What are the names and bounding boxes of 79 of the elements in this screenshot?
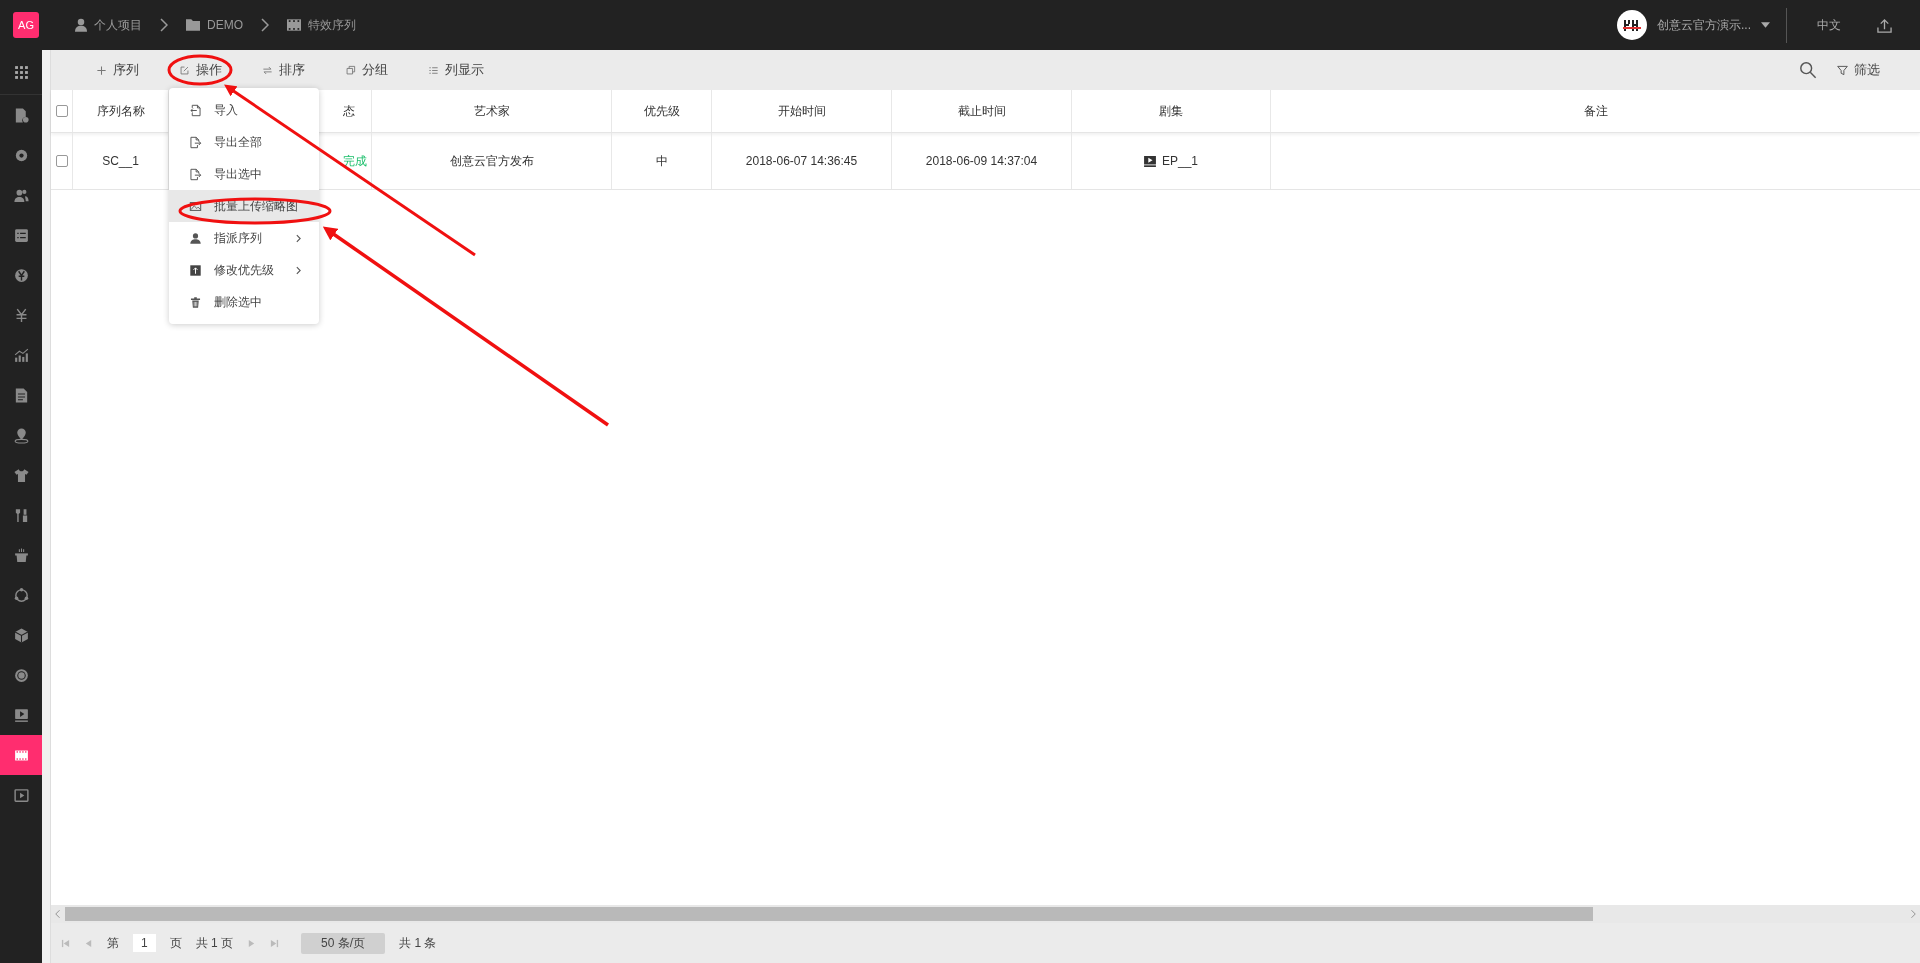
scrollbar-thumb[interactable] — [65, 907, 1593, 921]
highlight-ellipse — [167, 54, 233, 86]
funnel-icon — [1837, 64, 1848, 76]
chart-icon — [12, 346, 30, 364]
search-button[interactable] — [1799, 61, 1817, 79]
column-header: 序列名称 — [96, 102, 145, 120]
sidebar-item[interactable] — [0, 735, 42, 775]
breadcrumb-link[interactable]: 个人项目 — [75, 16, 142, 34]
location-pin-icon — [12, 426, 30, 444]
column-header: 艺术家 — [473, 102, 510, 120]
page-size-select[interactable]: 50 条/页 — [301, 932, 386, 954]
table-cell: 中 — [655, 152, 668, 170]
table-cell: 2018-06-07 14:36:45 — [745, 154, 858, 168]
folder-icon — [186, 19, 200, 31]
list-icon — [428, 64, 439, 76]
export-icon — [189, 167, 202, 181]
column-header: 优先级 — [643, 102, 680, 120]
export-icon — [189, 135, 202, 149]
video-window-icon — [12, 786, 30, 804]
chevron-right-icon — [261, 18, 269, 32]
grid-icon — [12, 63, 30, 81]
yen-coin-icon — [12, 266, 30, 284]
disc-icon — [12, 666, 30, 684]
column-header: 开始时间 — [777, 102, 826, 120]
upload-square-icon — [189, 263, 202, 277]
select-all-checkbox[interactable] — [55, 105, 68, 117]
toolbar-button[interactable]: 分组 — [345, 61, 388, 79]
episode-link[interactable]: EP__1 — [1162, 154, 1198, 168]
toolbar-button[interactable]: 列显示 — [428, 61, 484, 79]
swap-icon — [262, 64, 273, 76]
monitor-play-icon — [12, 706, 30, 724]
trash-icon — [189, 295, 202, 309]
menu-item[interactable]: 指派序列 — [169, 222, 319, 254]
avatar-icon — [1617, 10, 1647, 40]
table-cell: 2018-06-09 14:37:04 — [925, 154, 1038, 168]
menu-item[interactable]: 修改优先级 — [169, 254, 319, 286]
copy-icon — [345, 64, 356, 76]
page-label: 页 — [169, 934, 182, 952]
user-icon — [75, 18, 87, 32]
shirt-icon — [12, 466, 30, 484]
total-count: 共 1 条 — [399, 934, 437, 952]
cycle-icon — [12, 586, 30, 604]
magic-hat-icon — [12, 546, 30, 564]
checklist-icon — [12, 226, 30, 244]
menu-item[interactable]: 导入 — [169, 94, 319, 126]
menu-item[interactable]: 导出选中 — [169, 158, 319, 190]
column-header: 截止时间 — [957, 102, 1006, 120]
plus-icon — [96, 64, 107, 76]
column-header: 态 — [343, 102, 355, 120]
table-cell: SC__1 — [102, 154, 139, 168]
language-button[interactable]: 中文 — [1817, 16, 1841, 34]
film-strip-icon — [287, 19, 301, 31]
page-input[interactable]: 1 — [133, 934, 156, 952]
user-menu[interactable]: 创意云官方演示... — [1617, 10, 1770, 40]
table-cell: 创意云官方发布 — [449, 152, 534, 170]
import-icon — [189, 103, 202, 117]
page-label: 第 — [107, 934, 119, 952]
menu-item[interactable]: 删除选中 — [169, 286, 319, 318]
filter-button[interactable]: 筛选 — [1837, 61, 1880, 79]
user-icon — [189, 231, 202, 245]
column-header: 剧集 — [1159, 102, 1183, 120]
edit-icon — [179, 64, 190, 76]
upload-button[interactable] — [1877, 17, 1892, 33]
total-pages: 共 1 页 — [195, 934, 234, 952]
chevron-right-icon — [160, 18, 168, 32]
toolbar-button[interactable]: 序列 — [96, 61, 139, 79]
cube-icon — [12, 626, 30, 644]
image-icon — [189, 199, 202, 213]
column-header: 备注 — [1583, 102, 1608, 120]
row-checkbox[interactable] — [55, 155, 68, 167]
app-logo[interactable]: AG — [13, 12, 39, 38]
toolbar-button[interactable]: 排序 — [262, 61, 305, 79]
toolbar-button[interactable]: 操作 — [179, 61, 222, 79]
menu-item[interactable]: 导出全部 — [169, 126, 319, 158]
play-monitor-icon — [1144, 155, 1156, 167]
breadcrumb-link[interactable]: 特效序列 — [287, 16, 356, 34]
status-text: 完成 — [343, 152, 367, 170]
caret-down-icon — [1761, 22, 1770, 28]
breadcrumb-link[interactable]: DEMO — [186, 18, 243, 32]
